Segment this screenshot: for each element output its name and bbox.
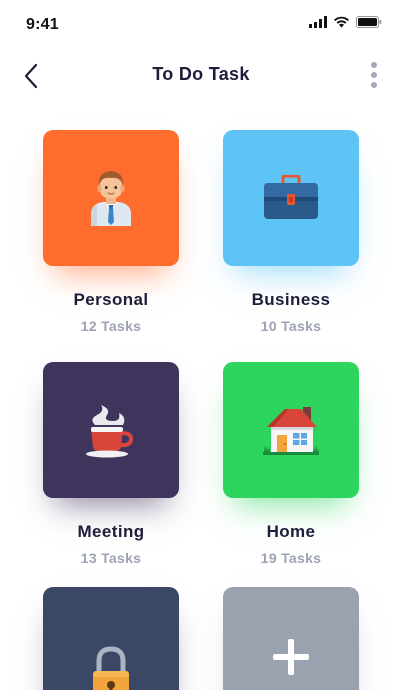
more-vertical-icon-dot: [371, 82, 377, 88]
category-title: Business: [251, 290, 331, 309]
category-card-business[interactable]: Business 10 Tasks: [223, 130, 373, 334]
more-options-button[interactable]: [364, 60, 384, 90]
briefcase-icon: [264, 175, 318, 219]
category-title: Meeting: [77, 522, 145, 541]
status-time: 9:41: [26, 16, 59, 33]
category-tile[interactable]: [43, 362, 179, 498]
category-tile[interactable]: [43, 587, 179, 690]
signal-icon: [309, 16, 327, 28]
category-tile[interactable]: [43, 130, 179, 266]
house-icon: [263, 407, 319, 455]
category-title: Home: [266, 522, 316, 541]
plus-icon: [273, 639, 309, 675]
category-card-personal[interactable]: Personal 12 Tasks: [43, 130, 193, 334]
category-tile[interactable]: [223, 362, 359, 498]
padlock-icon: [93, 646, 129, 690]
category-task-count: 13 Tasks: [80, 550, 142, 566]
add-category-card[interactable]: [223, 587, 373, 690]
category-card-home[interactable]: Home 19 Tasks: [223, 362, 373, 566]
more-vertical-icon-dot: [371, 72, 377, 78]
category-tile[interactable]: [223, 130, 359, 266]
navigation-bar: To Do Task: [0, 48, 402, 104]
category-task-count: 19 Tasks: [260, 550, 322, 566]
more-vertical-icon-dot: [371, 62, 377, 68]
category-card-meeting[interactable]: Meeting 13 Tasks: [43, 362, 193, 566]
coffee-cup-icon: [86, 405, 134, 458]
category-card-private[interactable]: [43, 587, 193, 690]
wifi-icon: [334, 16, 349, 28]
page-title: To Do Task: [152, 64, 250, 84]
battery-icon: [356, 16, 382, 28]
category-task-count: 10 Tasks: [260, 318, 322, 334]
category-task-count: 12 Tasks: [80, 318, 142, 334]
status-bar: 9:41: [0, 0, 402, 48]
status-icons: [309, 16, 382, 28]
category-tile[interactable]: [223, 587, 359, 690]
person-icon: [91, 171, 131, 226]
category-title: Personal: [73, 290, 149, 309]
